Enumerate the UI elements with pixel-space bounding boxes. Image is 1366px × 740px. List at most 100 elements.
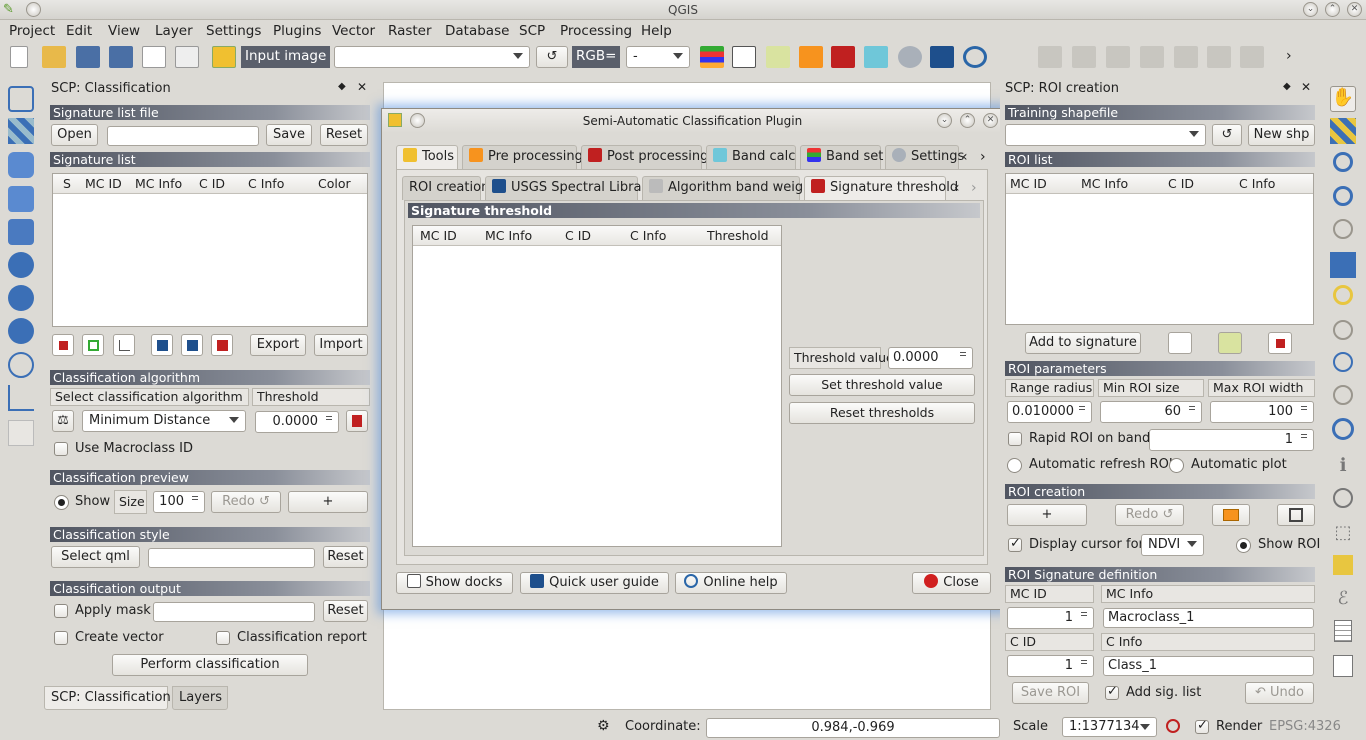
close-button[interactable]: Close xyxy=(912,572,991,594)
render-checkbox[interactable] xyxy=(1195,718,1209,734)
add-delimited-text-icon[interactable] xyxy=(8,352,34,378)
add-mssql-layer-icon[interactable] xyxy=(8,219,34,245)
subtabs-scroll-right-icon[interactable]: › xyxy=(971,180,977,196)
close-right-panel-icon[interactable]: ✕ xyxy=(1301,80,1311,94)
tab-algorithm-band-weight[interactable]: Algorithm band weight xyxy=(642,176,816,200)
open-project-icon[interactable] xyxy=(42,46,66,68)
tab-usgs-spectral-library[interactable]: USGS Spectral Library xyxy=(485,176,654,200)
tab-scp-classification[interactable]: SCP: Classification xyxy=(44,686,171,710)
attribute-table-icon[interactable] xyxy=(1334,620,1352,642)
menu-view[interactable]: View xyxy=(108,23,140,39)
cursor-index-combo[interactable]: NDVI xyxy=(1141,534,1204,556)
automatic-refresh-radio[interactable] xyxy=(1007,458,1022,473)
zoom-to-layer-icon[interactable] xyxy=(1333,320,1353,340)
signature-file-field[interactable] xyxy=(107,126,259,146)
deselect-icon[interactable] xyxy=(1333,555,1353,575)
threshold-value-spinbox[interactable]: 0.0000 xyxy=(888,347,973,369)
messages-icon[interactable]: ⚙ xyxy=(597,718,610,734)
scp-plugin-icon[interactable] xyxy=(212,46,236,68)
scatter-plot-icon[interactable] xyxy=(766,46,790,68)
menu-edit[interactable]: Edit xyxy=(66,23,92,39)
epsg-label[interactable]: EPSG:4326 xyxy=(1269,719,1341,734)
map-tips-icon[interactable] xyxy=(1333,655,1353,677)
col-c-id[interactable]: C ID xyxy=(565,228,591,243)
save-roi-button[interactable]: Save ROI xyxy=(1012,682,1089,704)
tab-pre-processing[interactable]: Pre processing xyxy=(462,145,583,169)
zoom-out-icon[interactable] xyxy=(1333,186,1353,206)
use-macroclass-checkbox[interactable] xyxy=(54,442,68,456)
band-set-icon[interactable] xyxy=(700,46,724,68)
manual-roi-icon[interactable] xyxy=(1212,504,1250,526)
menu-raster[interactable]: Raster xyxy=(388,23,432,39)
new-shp-button[interactable]: New shp xyxy=(1248,124,1315,146)
reset-style-button[interactable]: Reset xyxy=(323,546,368,568)
algorithm-combo[interactable]: Minimum Distance xyxy=(82,410,246,432)
rapid-roi-band-spinbox[interactable]: 1 xyxy=(1149,429,1314,451)
delete-signature-icon[interactable] xyxy=(52,334,74,356)
create-vector-checkbox[interactable] xyxy=(54,631,68,645)
redo-preview-button[interactable]: Redo ↺ xyxy=(211,491,281,513)
tab-layers[interactable]: Layers xyxy=(172,686,228,710)
col-mc-info[interactable]: MC Info xyxy=(485,228,532,243)
scale-combo[interactable]: 1:1377134 xyxy=(1062,717,1157,737)
col-mc-id[interactable]: MC ID xyxy=(420,228,457,243)
range-radius-spinbox[interactable]: 0.010000 xyxy=(1007,401,1092,423)
dialog-close-button[interactable]: ✕ xyxy=(983,113,998,128)
import-usgs-icon[interactable] xyxy=(181,334,203,356)
merge-signature-icon[interactable] xyxy=(82,334,104,356)
stop-render-icon[interactable] xyxy=(1166,719,1180,733)
set-threshold-button[interactable]: Set threshold value xyxy=(789,374,975,396)
roi-col-c-id[interactable]: C ID xyxy=(1168,176,1194,191)
refresh-image-button[interactable]: ↺ xyxy=(536,46,568,68)
zoom-to-roi-icon[interactable] xyxy=(1277,504,1315,526)
add-wcs-layer-icon[interactable] xyxy=(8,285,34,311)
col-mc-id[interactable]: MC ID xyxy=(85,176,122,191)
mc-info-field[interactable]: Macroclass_1 xyxy=(1103,608,1314,628)
new-shapefile-icon[interactable] xyxy=(8,385,34,411)
new-print-composer-icon[interactable] xyxy=(142,46,166,68)
tab-band-calc[interactable]: Band calc xyxy=(706,145,796,169)
rapid-roi-checkbox[interactable] xyxy=(1008,432,1022,446)
toolbar-overflow-icon[interactable]: › xyxy=(1286,48,1292,64)
pre-processing-icon[interactable] xyxy=(799,46,823,68)
select-qml-button[interactable]: Select qml xyxy=(51,546,140,568)
zoom-in-icon[interactable] xyxy=(1333,152,1353,172)
save-as-icon[interactable] xyxy=(109,46,133,68)
create-roi-button[interactable]: + xyxy=(1007,504,1087,526)
tab-signature-threshold[interactable]: Signature threshold xyxy=(804,176,958,200)
add-wms-layer-icon[interactable] xyxy=(8,252,34,278)
zoom-native-icon[interactable] xyxy=(1333,219,1353,239)
band-calc-icon[interactable] xyxy=(864,46,888,68)
tab-roi-creation[interactable]: ROI creation xyxy=(402,176,489,200)
col-c-info[interactable]: C Info xyxy=(248,176,284,191)
import-button[interactable]: Import xyxy=(314,334,368,356)
export-button[interactable]: Export xyxy=(250,334,306,356)
roi-list-table[interactable]: MC ID MC Info C ID C Info xyxy=(1005,173,1314,325)
close-panel-icon[interactable]: ✕ xyxy=(357,80,367,94)
zoom-last-icon[interactable] xyxy=(1333,352,1353,372)
roi-col-mc-info[interactable]: MC Info xyxy=(1081,176,1128,191)
menu-settings[interactable]: Settings xyxy=(206,23,261,39)
add-wfs-layer-icon[interactable] xyxy=(8,318,34,344)
tab-post-processing[interactable]: Post processing xyxy=(581,145,708,169)
quick-user-guide-button[interactable]: Quick user guide xyxy=(520,572,669,594)
tab-tools[interactable]: Tools xyxy=(396,145,458,169)
menu-vector[interactable]: Vector xyxy=(332,23,375,39)
apply-mask-checkbox[interactable] xyxy=(54,604,68,618)
reset-thresholds-button[interactable]: Reset thresholds xyxy=(789,402,975,424)
qml-path-field[interactable] xyxy=(148,548,315,568)
spectral-plot-icon[interactable] xyxy=(732,46,756,68)
show-roi-radio[interactable] xyxy=(1236,538,1251,553)
refresh-icon[interactable] xyxy=(1332,418,1354,440)
menu-database[interactable]: Database xyxy=(445,23,509,39)
display-cursor-checkbox[interactable] xyxy=(1008,536,1022,552)
add-to-signature-button[interactable]: Add to signature xyxy=(1025,332,1141,354)
close-window-button[interactable]: ✕ xyxy=(1347,2,1362,17)
delete-roi-icon[interactable] xyxy=(1268,332,1292,354)
signature-threshold-table[interactable]: MC ID MC Info C ID C Info Threshold xyxy=(412,225,782,547)
col-s[interactable]: S xyxy=(63,176,71,191)
c-info-field[interactable]: Class_1 xyxy=(1103,656,1314,676)
zoom-to-selection-icon[interactable] xyxy=(1333,285,1353,305)
menu-help[interactable]: Help xyxy=(641,23,672,39)
col-color[interactable]: Color xyxy=(318,176,351,191)
